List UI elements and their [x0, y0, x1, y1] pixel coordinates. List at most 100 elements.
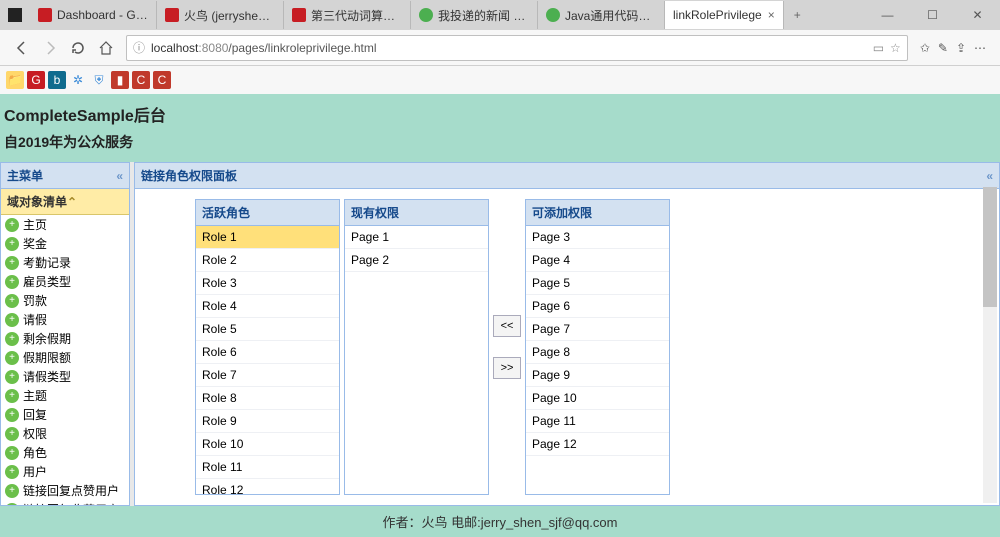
- sidebar-item-label: 雇员类型: [23, 273, 71, 290]
- tab-title: 第三代动词算子式代码: [311, 7, 402, 24]
- home-button[interactable]: [92, 34, 120, 62]
- collapse-icon[interactable]: «: [116, 169, 123, 183]
- browser-tab[interactable]: linkRolePrivilege×: [665, 1, 784, 29]
- browser-tab-bar: Dashboard - Gitee火鸟 (jerryshensjf) - Git…: [0, 0, 1000, 30]
- share-icon[interactable]: ⇪: [956, 41, 966, 55]
- list-item[interactable]: Page 8: [526, 341, 669, 364]
- move-left-button[interactable]: <<: [493, 315, 521, 337]
- sidebar-item[interactable]: +用户: [1, 462, 129, 481]
- sidebar-item-label: 请假: [23, 311, 47, 328]
- list-item[interactable]: Page 3: [526, 226, 669, 249]
- sidebar-item-label: 考勤记录: [23, 254, 71, 271]
- bookmark-paw-icon[interactable]: ✲: [69, 71, 87, 89]
- forward-button[interactable]: [36, 34, 64, 62]
- sidebar-item[interactable]: + 链接回复点赞用户: [1, 481, 129, 500]
- list-item[interactable]: Page 2: [345, 249, 488, 272]
- scrollbar[interactable]: [983, 187, 997, 503]
- bookmark-c1-icon[interactable]: C: [132, 71, 150, 89]
- list-item[interactable]: Role 3: [196, 272, 339, 295]
- sidebar-item[interactable]: +剩余假期: [1, 329, 129, 348]
- list-item[interactable]: Role 9: [196, 410, 339, 433]
- plus-icon: +: [5, 313, 19, 327]
- back-button[interactable]: [8, 34, 36, 62]
- sidebar-item[interactable]: +主题: [1, 386, 129, 405]
- bookmark-gitee-icon[interactable]: G: [27, 71, 45, 89]
- sidebar-item[interactable]: + 请假: [1, 310, 129, 329]
- sidebar-item-label: 链接回复点赞用户: [23, 482, 119, 499]
- app-subtitle: 自2019年为公众服务: [0, 132, 1000, 162]
- sidebar-main-header[interactable]: 主菜单 «: [1, 163, 129, 189]
- bookmark-folder-icon[interactable]: 📁: [6, 71, 24, 89]
- browser-tab[interactable]: 第三代动词算子式代码: [284, 1, 411, 29]
- list-item[interactable]: Role 1: [196, 226, 339, 249]
- list-item[interactable]: Page 11: [526, 410, 669, 433]
- sidebar-item[interactable]: +回复: [1, 405, 129, 424]
- favorites-icon[interactable]: ✩: [920, 41, 930, 55]
- list-item[interactable]: Page 6: [526, 295, 669, 318]
- reader-icon[interactable]: ▭: [873, 41, 884, 55]
- browser-tab[interactable]: 我投递的新闻 - MS&A(: [411, 1, 538, 29]
- list-item[interactable]: Page 5: [526, 272, 669, 295]
- sidebar-item[interactable]: +链接回复收藏用户: [1, 500, 129, 505]
- collapse-icon[interactable]: ⌃: [67, 195, 77, 209]
- sidebar-sub-header[interactable]: 域对象清单 ⌃: [1, 189, 129, 215]
- sidebar-item-label: 假期限额: [23, 349, 71, 366]
- sidebar-item[interactable]: +请假类型: [1, 367, 129, 386]
- more-icon[interactable]: ⋯: [974, 41, 986, 55]
- list-item[interactable]: Role 10: [196, 433, 339, 456]
- sidebar-item-label: 链接回复收藏用户: [23, 501, 119, 505]
- list-item[interactable]: Page 10: [526, 387, 669, 410]
- plus-icon: +: [5, 275, 19, 289]
- list-item[interactable]: Page 7: [526, 318, 669, 341]
- list-item[interactable]: Page 4: [526, 249, 669, 272]
- url-text: localhost:8080/pages/linkroleprivilege.h…: [151, 41, 376, 55]
- sidebar-item[interactable]: +角色: [1, 443, 129, 462]
- plus-icon: +: [5, 446, 19, 460]
- app-header: CompleteSample后台: [0, 94, 1000, 132]
- plus-icon: +: [5, 408, 19, 422]
- list-item[interactable]: Role 2: [196, 249, 339, 272]
- list-item[interactable]: Role 8: [196, 387, 339, 410]
- sidebar-item-label: 权限: [23, 425, 47, 442]
- sidebar-item[interactable]: + 假期限额: [1, 348, 129, 367]
- plus-icon: +: [5, 351, 19, 365]
- sidebar-item[interactable]: +权限: [1, 424, 129, 443]
- bookmark-c2-icon[interactable]: C: [153, 71, 171, 89]
- sidebar-item[interactable]: +考勤记录: [1, 253, 129, 272]
- list-item[interactable]: Role 6: [196, 341, 339, 364]
- sidebar-item[interactable]: +奖金: [1, 234, 129, 253]
- list-item[interactable]: Page 12: [526, 433, 669, 456]
- list-item[interactable]: Role 12: [196, 479, 339, 494]
- list-item[interactable]: Role 7: [196, 364, 339, 387]
- maximize-button[interactable]: ☐: [910, 0, 955, 30]
- bookmark-bing-icon[interactable]: b: [48, 71, 66, 89]
- list-item[interactable]: Page 9: [526, 364, 669, 387]
- plus-icon: +: [5, 332, 19, 346]
- favorite-icon[interactable]: ☆: [890, 41, 901, 55]
- collapse-icon[interactable]: «: [986, 169, 993, 183]
- address-bar[interactable]: ⓘ localhost:8080/pages/linkroleprivilege…: [126, 35, 908, 61]
- roles-header: 活跃角色: [196, 200, 339, 226]
- browser-tab[interactable]: Java通用代码生成器光: [538, 1, 665, 29]
- sidebar-item[interactable]: + 雇员类型: [1, 272, 129, 291]
- browser-tab[interactable]: Dashboard - Gitee: [30, 1, 157, 29]
- minimize-button[interactable]: —: [865, 0, 910, 30]
- close-window-button[interactable]: ✕: [955, 0, 1000, 30]
- list-item[interactable]: Role 4: [196, 295, 339, 318]
- bookmark-book-icon[interactable]: ▮: [111, 71, 129, 89]
- sidebar-item[interactable]: +主页: [1, 215, 129, 234]
- tab-close-icon[interactable]: ×: [768, 8, 775, 22]
- sidebar-item[interactable]: +罚款: [1, 291, 129, 310]
- new-tab-button[interactable]: +: [784, 8, 811, 22]
- sidebar-item-label: 用户: [23, 463, 47, 480]
- refresh-button[interactable]: [64, 34, 92, 62]
- list-item[interactable]: Role 5: [196, 318, 339, 341]
- browser-tab[interactable]: 火鸟 (jerryshensjf) - Git: [157, 1, 284, 29]
- scroll-thumb[interactable]: [983, 187, 997, 307]
- move-right-button[interactable]: >>: [493, 357, 521, 379]
- plus-icon: +: [5, 484, 19, 498]
- list-item[interactable]: Page 1: [345, 226, 488, 249]
- bookmark-shield-icon[interactable]: ⛨: [90, 71, 108, 89]
- notes-icon[interactable]: ✎: [938, 41, 948, 55]
- list-item[interactable]: Role 11: [196, 456, 339, 479]
